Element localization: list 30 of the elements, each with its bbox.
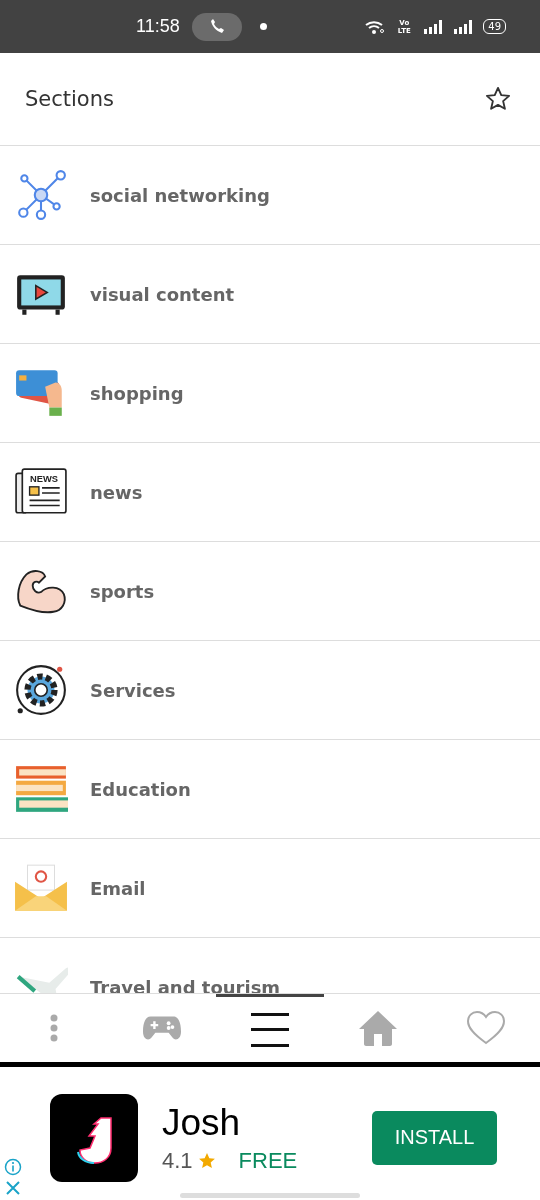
section-item[interactable]: Email (0, 839, 540, 938)
page-title: Sections (25, 87, 114, 111)
gear-icon (14, 663, 68, 717)
signal-icon (453, 19, 474, 34)
section-item[interactable]: Education (0, 740, 540, 839)
info-icon[interactable] (4, 1158, 22, 1176)
app-rating: 4.1 (162, 1147, 193, 1174)
install-button[interactable]: INSTALL (372, 1110, 497, 1165)
section-item[interactable]: sports (0, 542, 540, 641)
app-price: FREE (238, 1147, 298, 1174)
section-item[interactable]: NEWS news (0, 443, 540, 542)
phone-call-icon (191, 12, 242, 41)
battery-level: 49 (483, 19, 506, 34)
app-name: Josh (162, 1101, 242, 1144)
gamepad-icon (143, 1014, 181, 1042)
home-icon (359, 1010, 397, 1046)
wifi-icon (365, 19, 386, 34)
menu-icon (251, 1012, 289, 1047)
section-item[interactable]: visual content (0, 245, 540, 344)
more-options-icon (49, 1013, 59, 1043)
clock: 11:58 (136, 16, 180, 37)
section-item[interactable]: shopping (0, 344, 540, 443)
section-item[interactable]: Services (0, 641, 540, 740)
close-icon[interactable] (5, 1180, 21, 1196)
star-icon[interactable] (484, 85, 512, 113)
section-item[interactable]: social networking (0, 146, 540, 245)
notification-dot-icon (259, 23, 267, 30)
app-icon (50, 1093, 138, 1182)
heart-icon (467, 1011, 505, 1045)
signal-icon (423, 19, 444, 34)
